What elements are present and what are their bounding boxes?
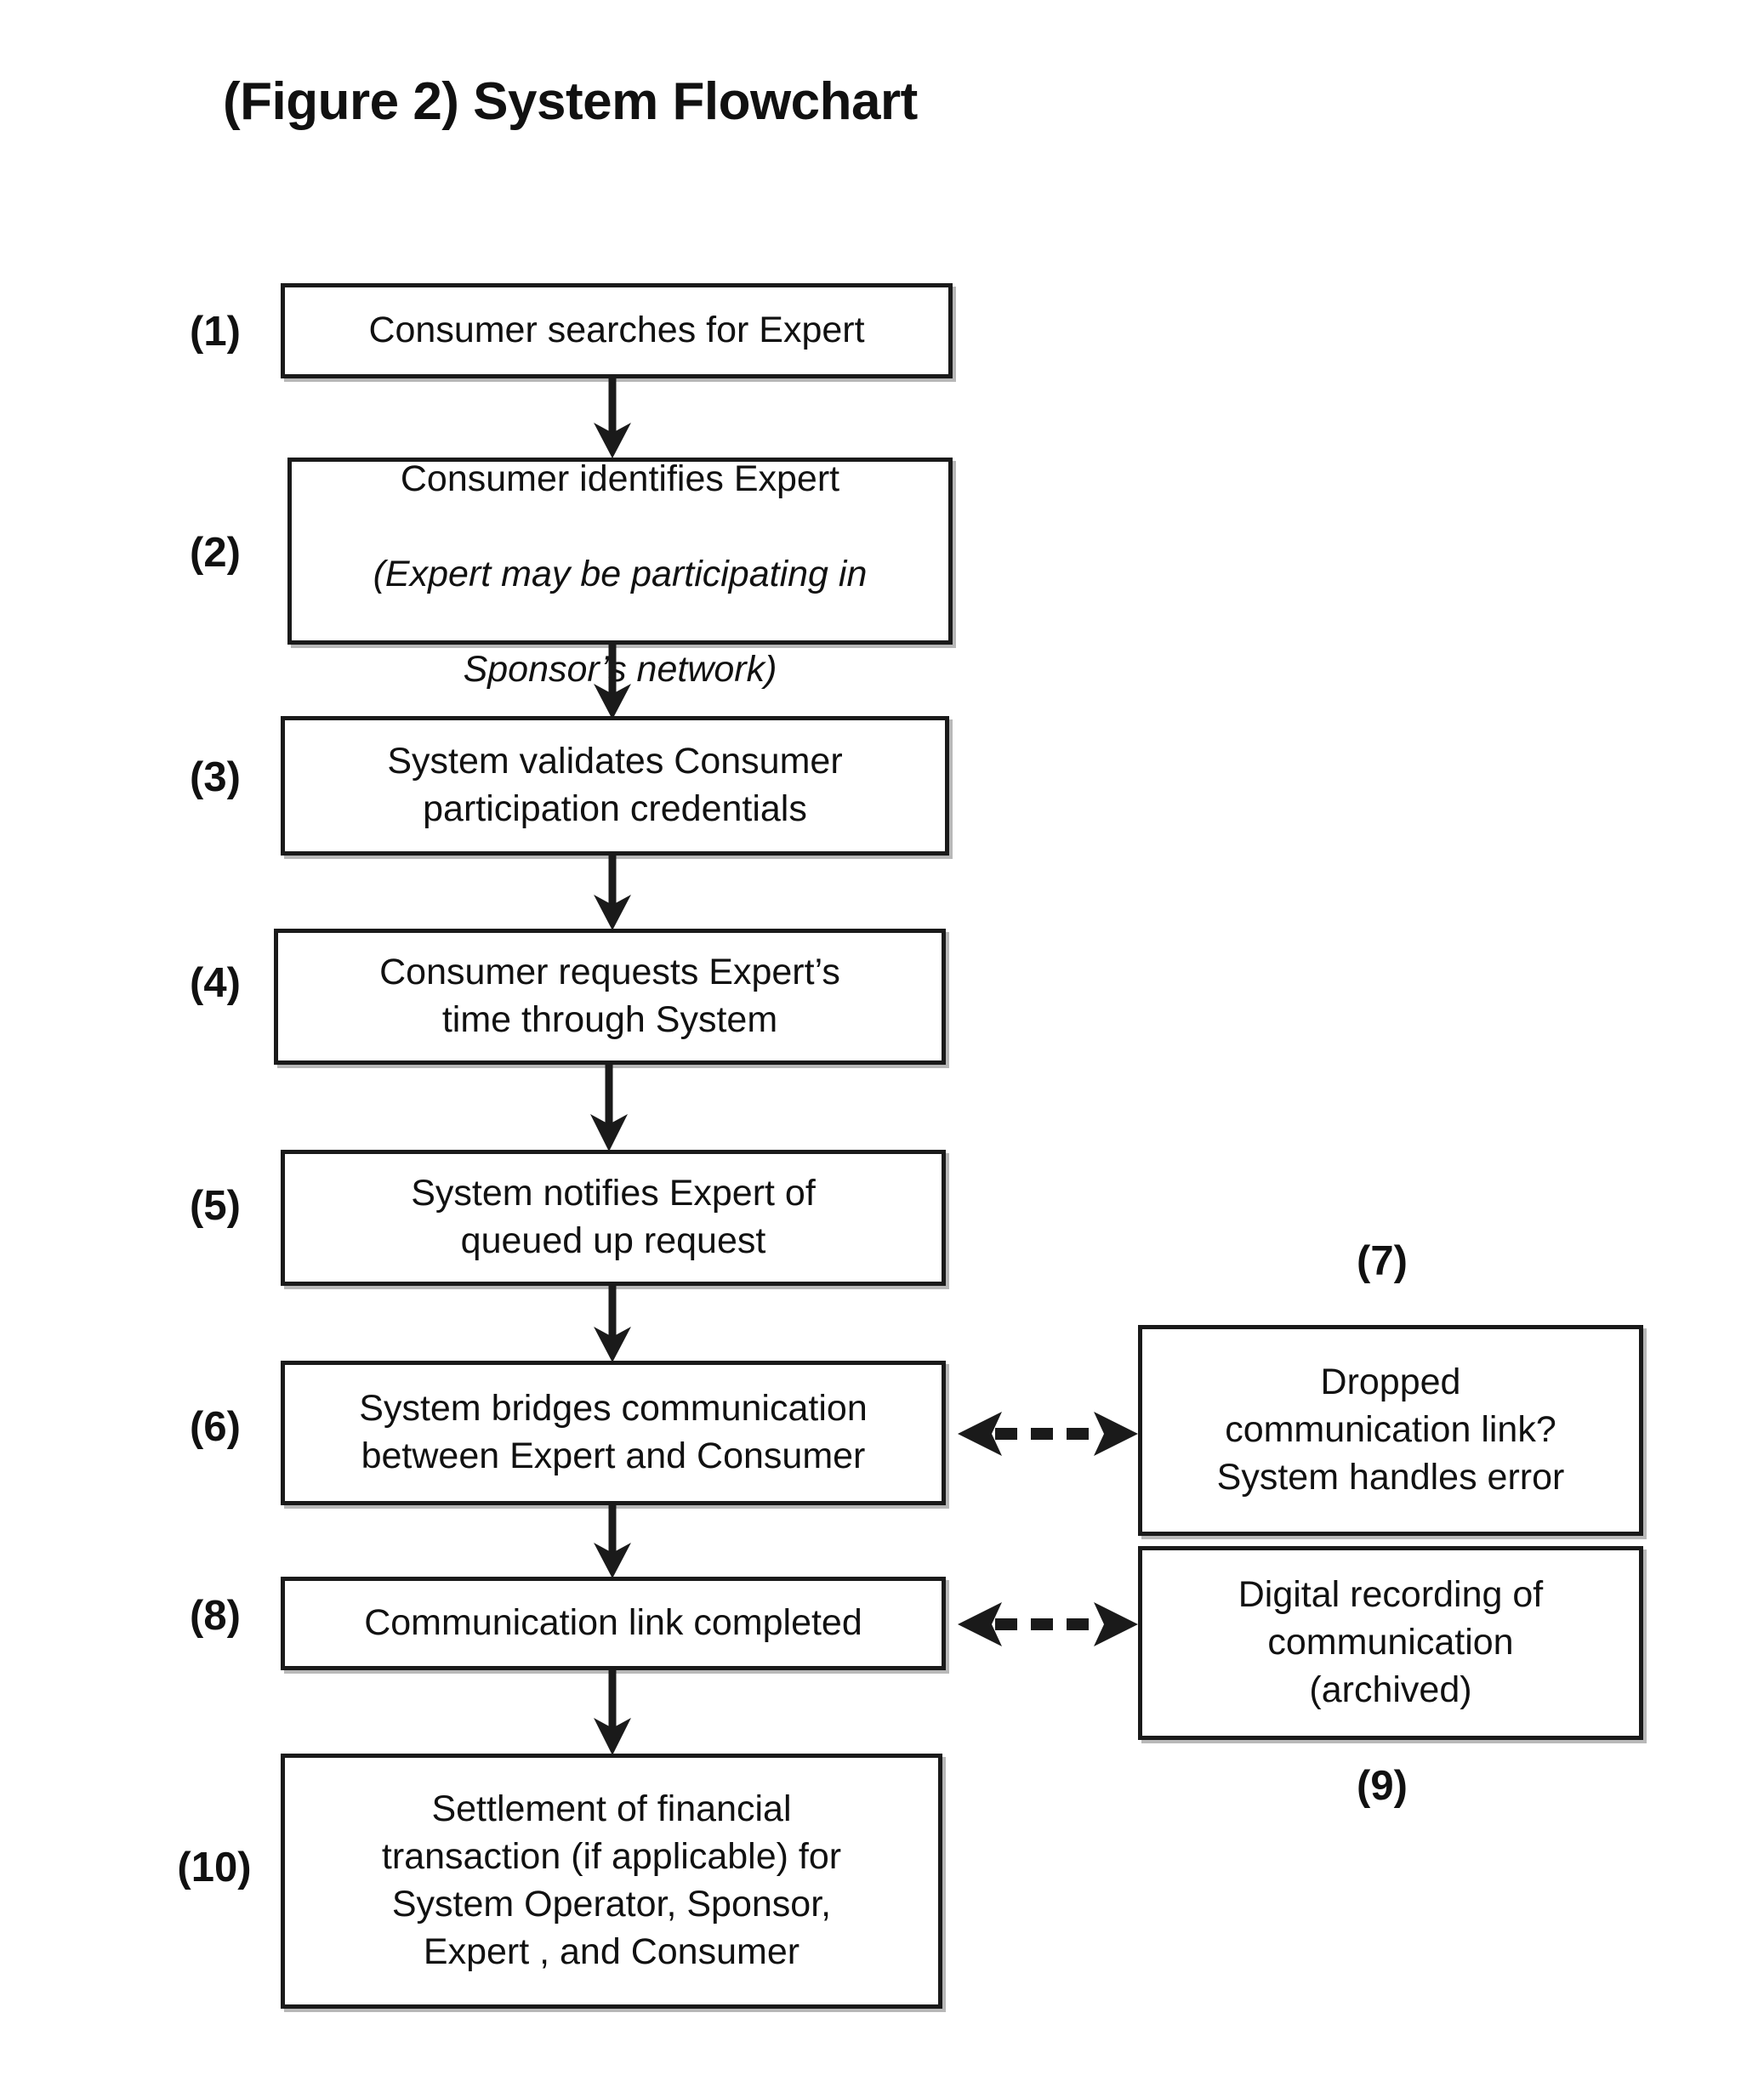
arrow-4-to-5 [583,1063,634,1153]
arrow-6-to-7-bidirectional [956,1393,1140,1475]
node-box-2[interactable]: Consumer identifies Expert (Expert may b… [287,458,953,690]
arrow-2-to-3 [587,643,638,721]
arrow-8-to-9-bidirectional [956,1583,1140,1665]
node-box-3[interactable]: System validates Consumer participation … [281,716,949,856]
node-box-1[interactable]: Consumer searches for Expert [281,283,953,378]
step-label-8: (8) [190,1593,241,1639]
arrow-3-to-4 [587,854,638,932]
step-label-1: (1) [190,309,241,355]
step-label-3: (3) [190,754,241,800]
node-text-7: Dropped communication link? System handl… [1216,1362,1565,1498]
node-text-2-italic-line-1: (Expert may be participating in [373,554,868,594]
flowchart-canvas: (Figure 2) System Flowchart (1) (2) (3) … [0,0,1764,2098]
node-box-5[interactable]: System notifies Expert of queued up requ… [281,1150,946,1286]
arrow-6-to-8 [587,1504,638,1580]
node-text-9: Digital recording of communication (arch… [1238,1574,1544,1710]
step-label-10: (10) [177,1845,252,1890]
arrow-1-to-2 [587,378,638,460]
node-text-1: Consumer searches for Expert [368,310,865,351]
node-text-10: Settlement of financial transaction (if … [381,1788,842,1972]
node-box-4[interactable]: Consumer requests Expert’s time through … [274,929,946,1065]
node-text-8: Communication link completed [364,1602,862,1644]
node-box-9[interactable]: Digital recording of communication (arch… [1138,1546,1643,1740]
node-box-8[interactable]: Communication link completed [281,1577,946,1670]
step-label-2: (2) [190,530,241,576]
step-label-4: (4) [190,960,241,1006]
step-label-7: (7) [1357,1238,1408,1284]
arrow-8-to-10 [587,1669,638,1757]
step-label-9: (9) [1357,1763,1408,1809]
node-text-4: Consumer requests Expert’s time through … [379,952,840,1040]
node-box-6[interactable]: System bridges communication between Exp… [281,1361,946,1505]
node-text-6: System bridges communication between Exp… [359,1388,868,1476]
node-text-3: System validates Consumer participation … [387,741,843,829]
node-text-5: System notifies Expert of queued up requ… [411,1173,816,1261]
node-text-2-main: Consumer identifies Expert [400,458,840,500]
step-label-6: (6) [190,1404,241,1450]
node-box-10[interactable]: Settlement of financial transaction (if … [281,1754,942,2009]
arrow-5-to-6 [587,1284,638,1364]
step-label-5: (5) [190,1183,241,1229]
page-title: (Figure 2) System Flowchart [223,72,918,131]
node-box-7[interactable]: Dropped communication link? System handl… [1138,1325,1643,1536]
